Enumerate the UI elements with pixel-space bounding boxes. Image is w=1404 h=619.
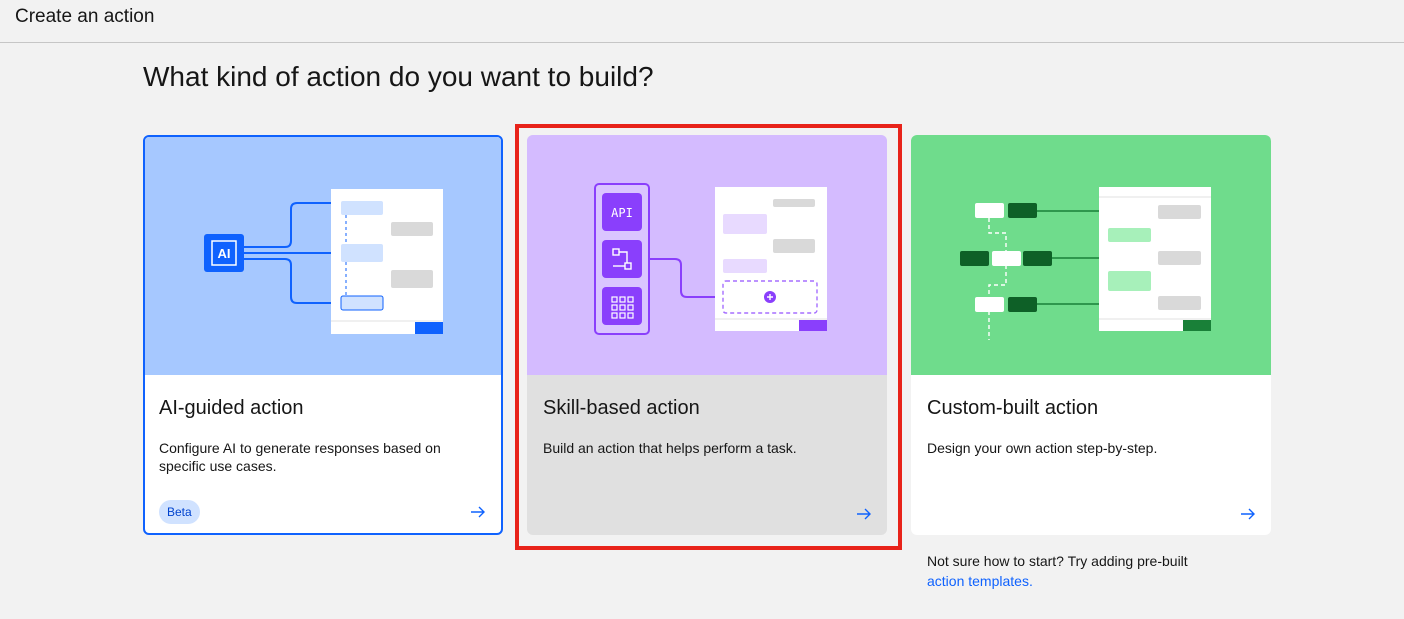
hint-text: Not sure how to start? Try adding pre-bu…	[927, 553, 1188, 569]
svg-text:AI: AI	[218, 246, 231, 261]
svg-text:API: API	[611, 206, 633, 220]
beta-badge: Beta	[159, 500, 200, 524]
ai-guided-illustration: AI	[145, 137, 501, 375]
card-description: Build an action that helps perform a tas…	[543, 440, 797, 456]
card-description: Configure AI to generate responses based…	[159, 440, 441, 474]
skill-based-action-card[interactable]: API Skill-based action Build an action t…	[527, 135, 887, 535]
card-description: Design your own action step-by-step.	[927, 440, 1158, 456]
ai-guided-action-card[interactable]: AI AI-guided action Configure AI to gene…	[143, 135, 503, 535]
page-title: Create an action	[15, 6, 155, 27]
card-title: Skill-based action	[543, 397, 700, 419]
arrow-right-icon[interactable]	[1239, 505, 1257, 523]
arrow-right-icon[interactable]	[469, 503, 487, 521]
card-title: AI-guided action	[159, 397, 304, 419]
flow-icon	[602, 240, 642, 278]
top-bar: Create an action	[0, 0, 1404, 43]
action-type-heading: What kind of action do you want to build…	[143, 61, 654, 92]
custom-built-illustration	[911, 135, 1271, 375]
grid-icon	[602, 287, 642, 325]
action-templates-link[interactable]: action templates.	[927, 573, 1033, 589]
custom-built-action-card[interactable]: Custom-built action Design your own acti…	[911, 135, 1271, 535]
arrow-right-icon[interactable]	[855, 505, 873, 523]
templates-hint: Not sure how to start? Try adding pre-bu…	[927, 551, 1257, 591]
skill-based-illustration: API	[527, 135, 887, 375]
card-title: Custom-built action	[927, 397, 1099, 419]
